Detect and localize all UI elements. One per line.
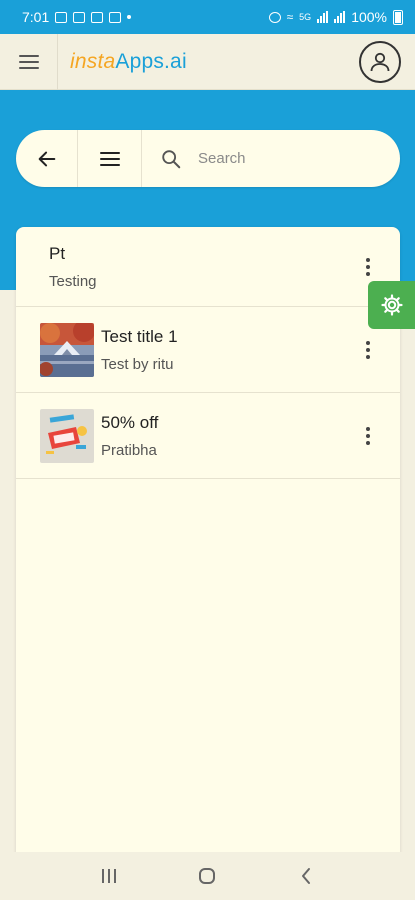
list-card: Pt Testing Test title 1 Test by ritu 50%… <box>16 227 400 867</box>
search-bar <box>16 130 400 187</box>
logo-insta: insta <box>70 49 116 73</box>
arrow-left-icon <box>38 151 55 166</box>
list-item-text: Pt Testing <box>49 244 97 290</box>
hamburger-icon <box>18 54 39 69</box>
kebab-icon[interactable] <box>366 340 370 359</box>
message-notification-icon <box>55 11 68 23</box>
user-icon <box>370 52 390 72</box>
battery-percent: 100% <box>351 9 387 25</box>
landscape-image <box>40 322 94 377</box>
list-item[interactable]: Pt Testing <box>16 227 400 307</box>
search-field <box>142 148 400 170</box>
sale-banner-image <box>40 408 94 463</box>
logo-apps: Apps.ai <box>115 49 187 73</box>
list-view-button[interactable] <box>78 130 142 187</box>
chevron-left-icon <box>301 868 310 884</box>
list-item-thumbnail <box>40 408 94 463</box>
list-icon <box>99 151 120 166</box>
status-bar: 7:01 ≈ 5G 100% <box>0 0 415 34</box>
kebab-icon[interactable] <box>366 257 370 276</box>
mail-notification-icon <box>73 11 86 23</box>
menu-button[interactable] <box>0 33 58 90</box>
back-button[interactable] <box>16 130 78 187</box>
system-nav-bar <box>0 852 415 900</box>
settings-button[interactable] <box>368 281 415 329</box>
status-right: ≈ 5G 100% <box>268 9 403 25</box>
list-item-title: Pt <box>49 243 66 263</box>
recent-apps-icon <box>102 869 117 883</box>
app-logo: instaApps.ai <box>70 50 187 74</box>
profile-button[interactable] <box>359 41 401 83</box>
more-notifications-icon <box>127 15 132 19</box>
home-button[interactable] <box>187 856 227 896</box>
list-item-text: 50% off Pratibha <box>101 413 158 459</box>
network-label: 5G <box>299 12 312 22</box>
status-left: 7:01 <box>22 9 132 25</box>
list-item-subtitle: Testing <box>49 272 97 290</box>
list-item[interactable]: 50% off Pratibha <box>16 393 400 479</box>
list-item-subtitle: Test by ritu <box>101 355 174 373</box>
kebab-icon[interactable] <box>366 426 370 445</box>
wifi-icon: ≈ <box>286 10 294 24</box>
signal-icon <box>317 11 329 23</box>
signal-icon <box>334 11 346 23</box>
app-header: instaApps.ai <box>0 33 415 90</box>
alarm-icon <box>268 11 281 23</box>
list-item-title: 50% off <box>101 412 159 432</box>
list-item-thumbnail <box>40 322 94 377</box>
app-notification-icon <box>109 11 122 23</box>
list-item[interactable]: Test title 1 Test by ritu <box>16 307 400 393</box>
status-time: 7:01 <box>22 9 50 25</box>
list-item-title: Test title 1 <box>101 326 178 346</box>
gear-icon <box>380 294 403 316</box>
list-item-subtitle: Pratibha <box>101 441 157 459</box>
back-nav-button[interactable] <box>286 856 326 896</box>
search-icon <box>162 149 181 168</box>
recent-apps-button[interactable] <box>89 856 129 896</box>
mail-notification-icon <box>91 11 104 23</box>
home-icon <box>199 868 216 884</box>
battery-icon <box>393 9 403 25</box>
list-item-text: Test title 1 Test by ritu <box>101 327 178 373</box>
search-input[interactable] <box>198 150 368 167</box>
